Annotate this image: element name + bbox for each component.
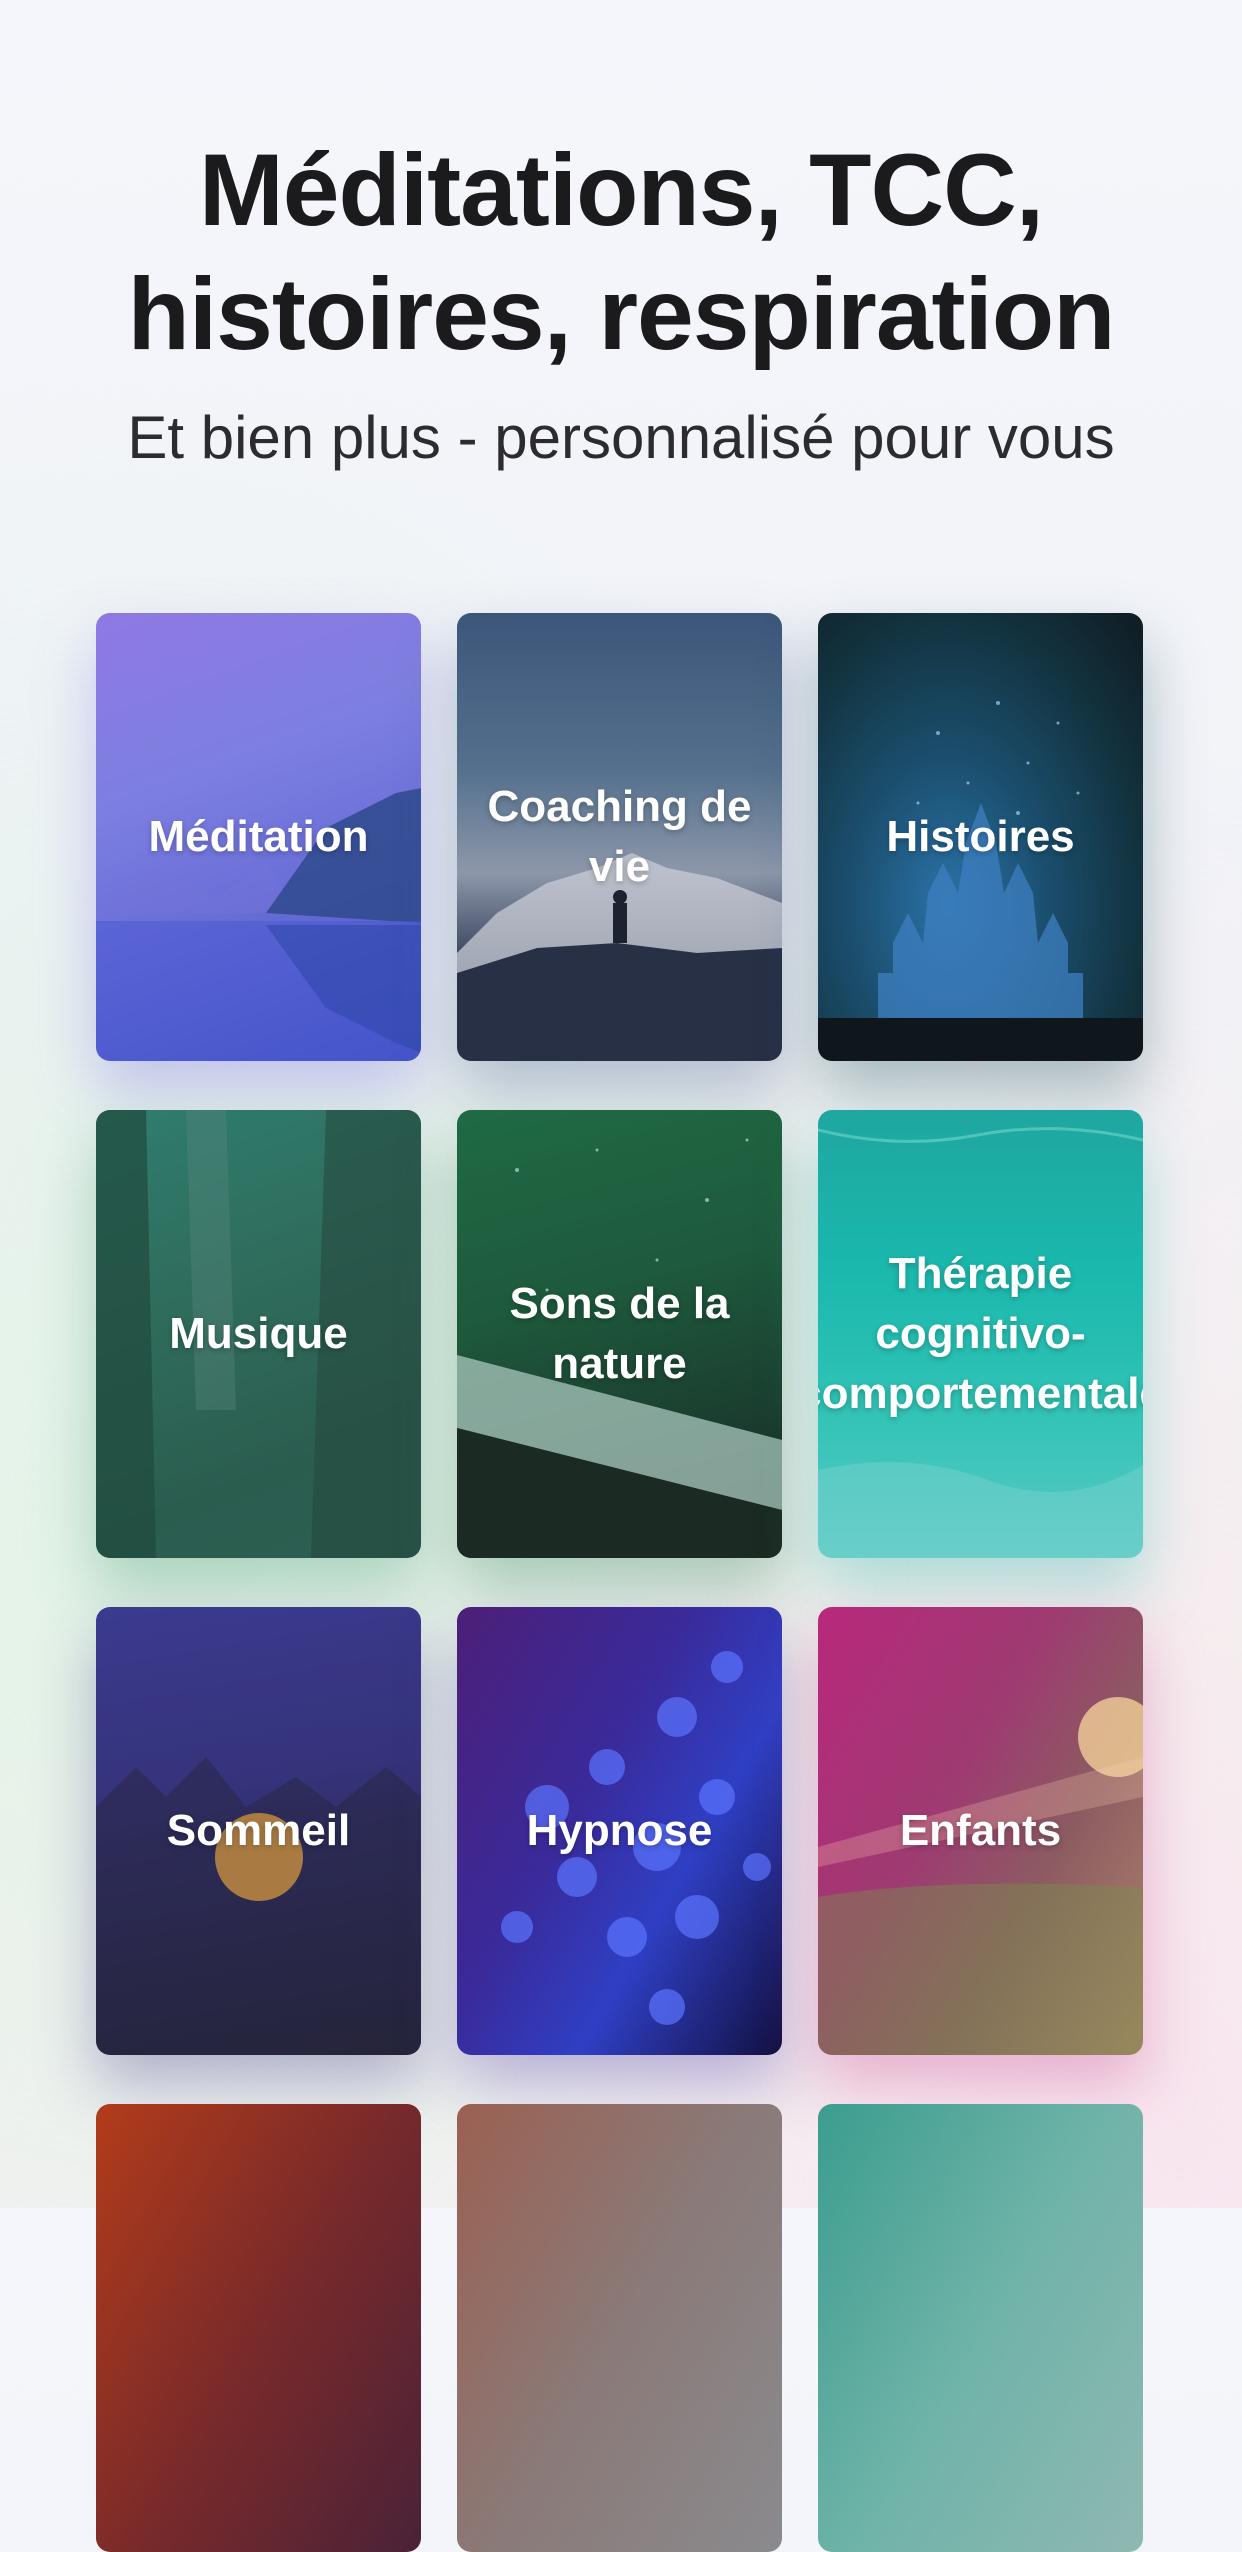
category-label: Musique xyxy=(169,1309,348,1358)
category-card-partial-2[interactable] xyxy=(457,2104,782,2552)
category-card-partial-3[interactable] xyxy=(818,2104,1143,2552)
category-card-sommeil[interactable]: Sommeil xyxy=(96,1607,421,2055)
page-title: Méditations, TCC, histoires, respiration xyxy=(0,128,1242,376)
category-card-histoires[interactable]: Histoires xyxy=(818,613,1143,1061)
page-subtitle: Et bien plus - personnalisé pour vous xyxy=(127,404,1115,471)
category-label: Coaching de vie xyxy=(487,782,752,891)
category-card-therapie[interactable]: Thérapie cognitivo-comportementale xyxy=(818,1110,1143,1558)
title-line-1: Méditations, TCC, xyxy=(198,133,1044,247)
category-card-partial-1[interactable] xyxy=(96,2104,421,2552)
title-line-2: histoires, respiration xyxy=(127,257,1116,371)
category-label: Thérapie cognitivo-comportementale xyxy=(818,1249,1143,1418)
category-card-coaching[interactable]: Coaching de vie xyxy=(457,613,782,1061)
category-card-enfants[interactable]: Enfants xyxy=(818,1607,1143,2055)
category-card-meditation[interactable]: Méditation xyxy=(96,613,421,1061)
category-label: Sommeil xyxy=(166,1806,351,1855)
category-label: Enfants xyxy=(899,1806,1062,1855)
category-card-musique[interactable]: Musique xyxy=(96,1110,421,1558)
category-label: Histoires xyxy=(886,812,1075,861)
category-card-hypnose[interactable]: Hypnose xyxy=(457,1607,782,2055)
category-card-sons-nature[interactable]: Sons de la nature xyxy=(457,1110,782,1558)
category-label: Hypnose xyxy=(526,1806,713,1855)
category-label: Méditation xyxy=(148,812,369,861)
category-label: Sons de la nature xyxy=(509,1279,730,1388)
